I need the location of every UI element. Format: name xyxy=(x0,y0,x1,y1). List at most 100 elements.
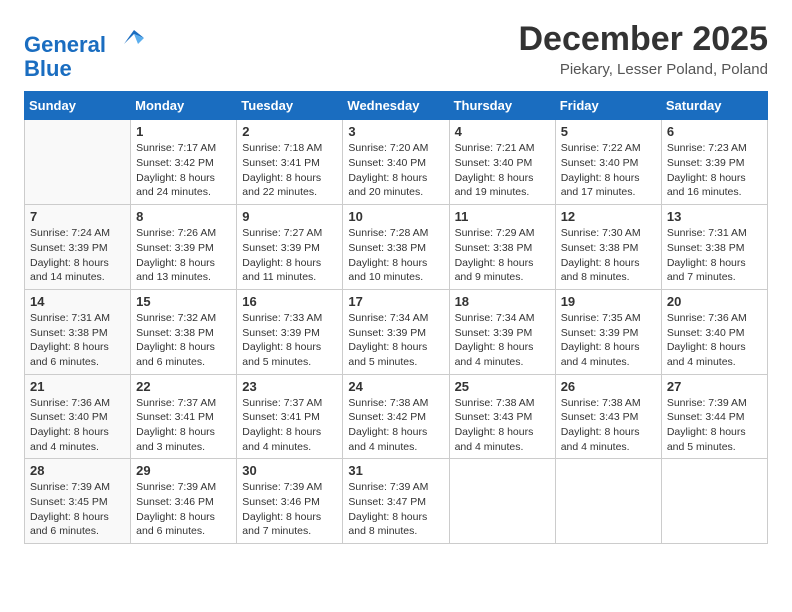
cell-details: Sunrise: 7:30 AM Sunset: 3:38 PM Dayligh… xyxy=(561,226,656,285)
day-number: 6 xyxy=(667,124,762,139)
calendar-cell: 29Sunrise: 7:39 AM Sunset: 3:46 PM Dayli… xyxy=(131,459,237,544)
cell-details: Sunrise: 7:21 AM Sunset: 3:40 PM Dayligh… xyxy=(455,141,550,200)
calendar-week-row: 1 Sunrise: 7:17 AM Sunset: 3:42 PM Daylig… xyxy=(25,120,768,205)
calendar-cell: 21 Sunrise: 7:36 AM Sunset: 3:40 PM Dayli… xyxy=(25,374,131,459)
cell-details: Sunrise: 7:31 AM Sunset: 3:38 PM Dayligh… xyxy=(667,226,762,285)
day-number: 10 xyxy=(348,209,443,224)
header-day: Sunday xyxy=(25,92,131,120)
calendar-cell: 1 Sunrise: 7:17 AM Sunset: 3:42 PM Daylig… xyxy=(131,120,237,205)
header: General Blue December 2025 Piekary, Less… xyxy=(24,20,768,81)
calendar-cell: 15Sunrise: 7:32 AM Sunset: 3:38 PM Dayli… xyxy=(131,289,237,374)
cell-details: Sunrise: 7:38 AM Sunset: 3:43 PM Dayligh… xyxy=(561,396,656,455)
day-number: 13 xyxy=(667,209,762,224)
day-number: 18 xyxy=(455,294,550,309)
day-number: 9 xyxy=(242,209,337,224)
calendar-cell: 11Sunrise: 7:29 AM Sunset: 3:38 PM Dayli… xyxy=(449,205,555,290)
cell-details: Sunrise: 7:38 AM Sunset: 3:43 PM Dayligh… xyxy=(455,396,550,455)
calendar-body: 1 Sunrise: 7:17 AM Sunset: 3:42 PM Daylig… xyxy=(25,120,768,544)
day-number: 26 xyxy=(561,379,656,394)
calendar-cell: 19Sunrise: 7:35 AM Sunset: 3:39 PM Dayli… xyxy=(555,289,661,374)
calendar-cell: 31 Sunrise: 7:39 AM Sunset: 3:47 PM Dayli… xyxy=(343,459,449,544)
day-number: 22 xyxy=(136,379,231,394)
cell-details: Sunrise: 7:22 AM Sunset: 3:40 PM Dayligh… xyxy=(561,141,656,200)
calendar-cell xyxy=(449,459,555,544)
day-number: 24 xyxy=(348,379,443,394)
cell-details: Sunrise: 7:38 AM Sunset: 3:42 PM Dayligh… xyxy=(348,396,443,455)
calendar-cell: 26 Sunrise: 7:38 AM Sunset: 3:43 PM Dayli… xyxy=(555,374,661,459)
calendar-cell: 4Sunrise: 7:21 AM Sunset: 3:40 PM Daylig… xyxy=(449,120,555,205)
calendar-cell: 9Sunrise: 7:27 AM Sunset: 3:39 PM Daylig… xyxy=(237,205,343,290)
cell-details: Sunrise: 7:29 AM Sunset: 3:38 PM Dayligh… xyxy=(455,226,550,285)
cell-details: Sunrise: 7:26 AM Sunset: 3:39 PM Dayligh… xyxy=(136,226,231,285)
day-number: 8 xyxy=(136,209,231,224)
cell-details: Sunrise: 7:36 AM Sunset: 3:40 PM Dayligh… xyxy=(667,311,762,370)
logo-bird-icon xyxy=(116,24,144,52)
calendar-cell xyxy=(25,120,131,205)
day-number: 12 xyxy=(561,209,656,224)
calendar-cell: 25Sunrise: 7:38 AM Sunset: 3:43 PM Dayli… xyxy=(449,374,555,459)
calendar-cell: 5 Sunrise: 7:22 AM Sunset: 3:40 PM Daylig… xyxy=(555,120,661,205)
day-number: 31 xyxy=(348,463,443,478)
day-number: 1 xyxy=(136,124,231,139)
calendar-cell xyxy=(555,459,661,544)
header-day: Saturday xyxy=(661,92,767,120)
cell-details: Sunrise: 7:33 AM Sunset: 3:39 PM Dayligh… xyxy=(242,311,337,370)
calendar-cell: 6 Sunrise: 7:23 AM Sunset: 3:39 PM Daylig… xyxy=(661,120,767,205)
logo-line2: Blue xyxy=(24,57,144,81)
day-number: 21 xyxy=(30,379,125,394)
cell-details: Sunrise: 7:18 AM Sunset: 3:41 PM Dayligh… xyxy=(242,141,337,200)
calendar-table: SundayMondayTuesdayWednesdayThursdayFrid… xyxy=(24,91,768,544)
header-day: Monday xyxy=(131,92,237,120)
cell-details: Sunrise: 7:17 AM Sunset: 3:42 PM Dayligh… xyxy=(136,141,231,200)
calendar-cell xyxy=(661,459,767,544)
cell-details: Sunrise: 7:24 AM Sunset: 3:39 PM Dayligh… xyxy=(30,226,125,285)
calendar-subtitle: Piekary, Lesser Poland, Poland xyxy=(518,61,768,78)
calendar-cell: 18Sunrise: 7:34 AM Sunset: 3:39 PM Dayli… xyxy=(449,289,555,374)
calendar-cell: 3Sunrise: 7:20 AM Sunset: 3:40 PM Daylig… xyxy=(343,120,449,205)
calendar-cell: 23 Sunrise: 7:37 AM Sunset: 3:41 PM Dayli… xyxy=(237,374,343,459)
header-day: Friday xyxy=(555,92,661,120)
calendar-cell: 30Sunrise: 7:39 AM Sunset: 3:46 PM Dayli… xyxy=(237,459,343,544)
calendar-cell: 10Sunrise: 7:28 AM Sunset: 3:38 PM Dayli… xyxy=(343,205,449,290)
day-number: 14 xyxy=(30,294,125,309)
day-number: 5 xyxy=(561,124,656,139)
cell-details: Sunrise: 7:34 AM Sunset: 3:39 PM Dayligh… xyxy=(348,311,443,370)
cell-details: Sunrise: 7:39 AM Sunset: 3:44 PM Dayligh… xyxy=(667,396,762,455)
calendar-cell: 8 Sunrise: 7:26 AM Sunset: 3:39 PM Daylig… xyxy=(131,205,237,290)
day-number: 23 xyxy=(242,379,337,394)
day-number: 3 xyxy=(348,124,443,139)
day-number: 19 xyxy=(561,294,656,309)
calendar-cell: 2 Sunrise: 7:18 AM Sunset: 3:41 PM Daylig… xyxy=(237,120,343,205)
cell-details: Sunrise: 7:31 AM Sunset: 3:38 PM Dayligh… xyxy=(30,311,125,370)
cell-details: Sunrise: 7:39 AM Sunset: 3:47 PM Dayligh… xyxy=(348,480,443,539)
calendar-week-row: 28Sunrise: 7:39 AM Sunset: 3:45 PM Dayli… xyxy=(25,459,768,544)
day-number: 30 xyxy=(242,463,337,478)
day-number: 20 xyxy=(667,294,762,309)
calendar-cell: 28Sunrise: 7:39 AM Sunset: 3:45 PM Dayli… xyxy=(25,459,131,544)
calendar-header: SundayMondayTuesdayWednesdayThursdayFrid… xyxy=(25,92,768,120)
calendar-cell: 22Sunrise: 7:37 AM Sunset: 3:41 PM Dayli… xyxy=(131,374,237,459)
cell-details: Sunrise: 7:39 AM Sunset: 3:45 PM Dayligh… xyxy=(30,480,125,539)
calendar-cell: 24 Sunrise: 7:38 AM Sunset: 3:42 PM Dayli… xyxy=(343,374,449,459)
logo: General Blue xyxy=(24,24,144,81)
header-day: Tuesday xyxy=(237,92,343,120)
cell-details: Sunrise: 7:36 AM Sunset: 3:40 PM Dayligh… xyxy=(30,396,125,455)
calendar-cell: 13 Sunrise: 7:31 AM Sunset: 3:38 PM Dayli… xyxy=(661,205,767,290)
logo-line1: General xyxy=(24,32,106,57)
logo-text: General xyxy=(24,24,144,57)
day-number: 2 xyxy=(242,124,337,139)
calendar-cell: 16Sunrise: 7:33 AM Sunset: 3:39 PM Dayli… xyxy=(237,289,343,374)
day-number: 27 xyxy=(667,379,762,394)
header-day: Thursday xyxy=(449,92,555,120)
calendar-cell: 17 Sunrise: 7:34 AM Sunset: 3:39 PM Dayli… xyxy=(343,289,449,374)
day-number: 15 xyxy=(136,294,231,309)
calendar-week-row: 7 Sunrise: 7:24 AM Sunset: 3:39 PM Daylig… xyxy=(25,205,768,290)
day-number: 17 xyxy=(348,294,443,309)
calendar-week-row: 14 Sunrise: 7:31 AM Sunset: 3:38 PM Dayli… xyxy=(25,289,768,374)
calendar-week-row: 21 Sunrise: 7:36 AM Sunset: 3:40 PM Dayli… xyxy=(25,374,768,459)
cell-details: Sunrise: 7:37 AM Sunset: 3:41 PM Dayligh… xyxy=(242,396,337,455)
calendar-cell: 14 Sunrise: 7:31 AM Sunset: 3:38 PM Dayli… xyxy=(25,289,131,374)
title-area: December 2025 Piekary, Lesser Poland, Po… xyxy=(518,20,768,78)
cell-details: Sunrise: 7:23 AM Sunset: 3:39 PM Dayligh… xyxy=(667,141,762,200)
day-number: 7 xyxy=(30,209,125,224)
